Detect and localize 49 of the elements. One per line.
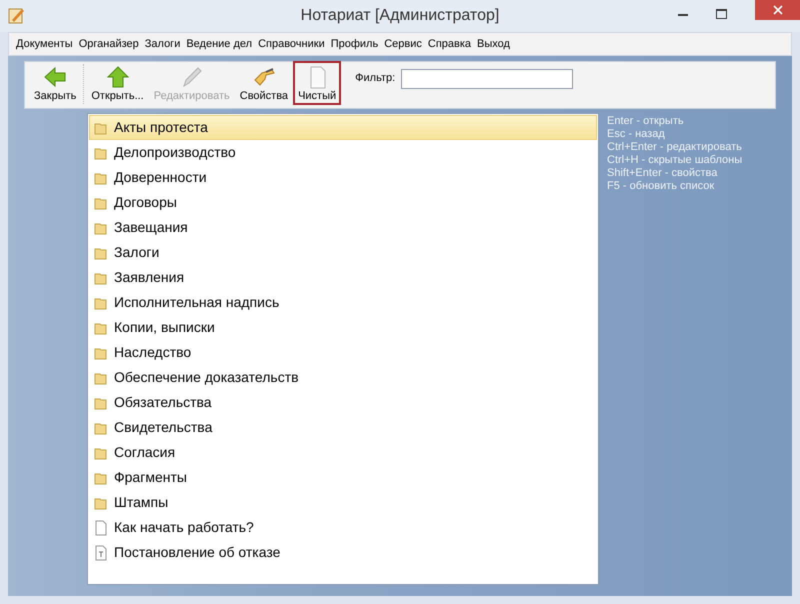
up-arrow-icon	[106, 65, 130, 89]
list-item[interactable]: Доверенности	[89, 165, 597, 190]
filter-label: Фильтр:	[355, 71, 396, 86]
window-title: Нотариат [Администратор]	[300, 6, 500, 26]
shortcut-hint: Esc - назад	[607, 128, 666, 141]
filter-field[interactable]	[401, 68, 574, 88]
menu-item[interactable]: Справка	[424, 36, 474, 52]
list-item[interactable]: Как начать работать?	[89, 515, 597, 540]
list-item[interactable]: Акты протеста	[89, 115, 597, 140]
list-item[interactable]: Завещания	[89, 215, 597, 240]
back-arrow-icon	[43, 65, 68, 89]
menu-item[interactable]: Документы	[13, 36, 76, 52]
toolbar-button[interactable]: Свойства	[234, 61, 294, 105]
menu-item[interactable]: Органайзер	[76, 36, 142, 52]
shortcut-hint: Ctrl+H - скрытые шаблоны	[607, 154, 742, 167]
list-item[interactable]: Исполнительная надпись	[89, 290, 597, 315]
menu-item[interactable]: Справочники	[255, 36, 328, 52]
document-icon	[93, 520, 108, 536]
menu-item[interactable]: Сервис	[381, 36, 425, 52]
list-item[interactable]: Постановление об отказе	[89, 540, 597, 565]
list-item[interactable]: Фрагменты	[89, 465, 597, 490]
list-item[interactable]: Свидетельства	[89, 415, 597, 440]
minimize-icon[interactable]	[678, 14, 688, 17]
shortcut-hint: Enter - открыть	[607, 115, 685, 128]
app-icon	[8, 7, 25, 24]
list-item[interactable]: Штампы	[89, 490, 597, 515]
maximize-icon[interactable]	[716, 9, 727, 19]
list-item[interactable]: Копии, выписки	[89, 315, 597, 340]
close-icon	[772, 5, 782, 15]
menu-item[interactable]: Залоги	[142, 36, 184, 52]
shortcut-hint: Ctrl+Enter - редактировать	[607, 141, 742, 154]
menu-item[interactable]: Выход	[474, 36, 513, 52]
list-item[interactable]: Заявления	[89, 265, 597, 290]
list-item[interactable]: Залоги	[89, 240, 597, 265]
list-item[interactable]: Обеспечение доказательств	[89, 365, 597, 390]
shortcut-hint: Shift+Enter - свойства	[607, 167, 718, 180]
list-item[interactable]: Договоры	[89, 190, 597, 215]
toolbar-button[interactable]: Закрыть	[29, 61, 82, 105]
toolbar-button[interactable]: Чистый	[293, 61, 342, 105]
menu-item[interactable]: Ведение дел	[183, 36, 256, 52]
shortcut-hint: F5 - обновить список	[607, 180, 716, 193]
menu-item[interactable]: Профиль	[328, 36, 382, 52]
toolbar-button[interactable]: Открыть...	[86, 61, 149, 105]
list-item[interactable]: Согласия	[89, 440, 597, 465]
list-item[interactable]: Делопроизводство	[89, 140, 597, 165]
list-item[interactable]: Обязательства	[89, 390, 597, 415]
close-button[interactable]	[755, 0, 800, 20]
template-document-icon	[93, 544, 108, 560]
list-item[interactable]: Наследство	[89, 340, 597, 365]
